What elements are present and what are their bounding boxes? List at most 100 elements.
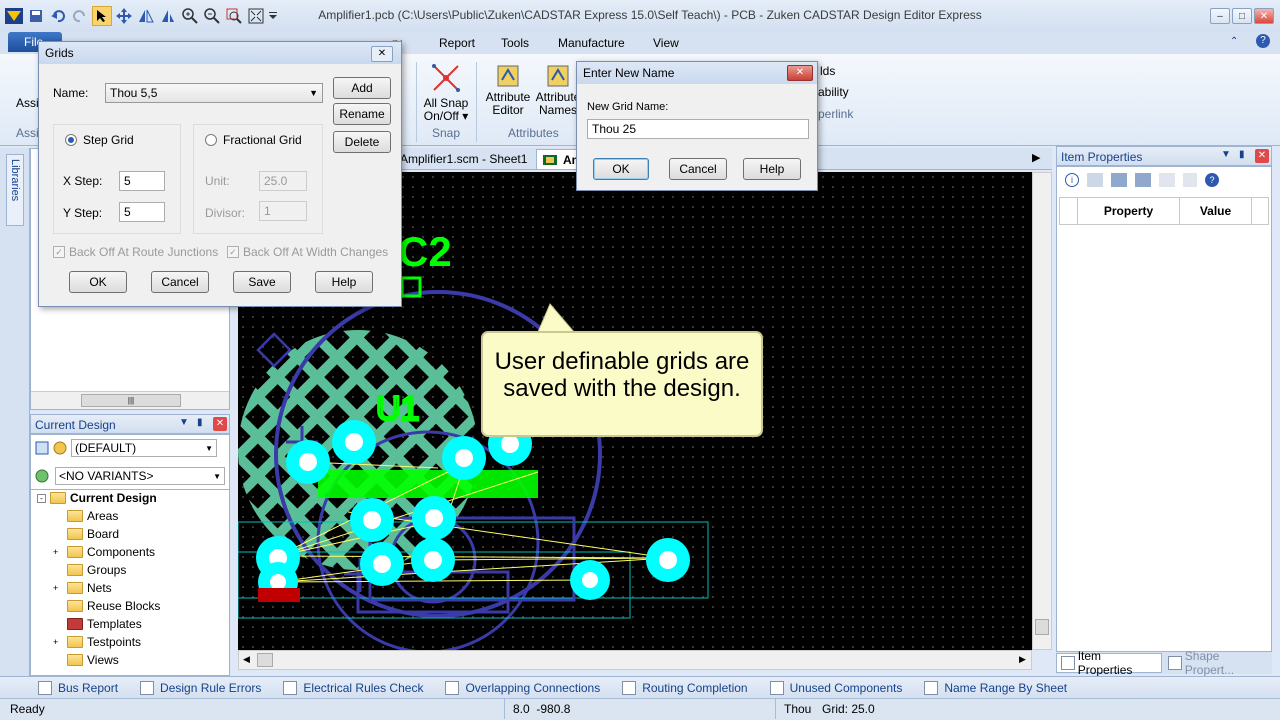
step-grid-radio[interactable]: Step Grid: [65, 133, 134, 147]
add-button[interactable]: Add: [333, 77, 391, 99]
ribbon-cut-label[interactable]: ability: [818, 85, 849, 99]
zoom-window-icon[interactable]: [224, 6, 244, 26]
help-icon[interactable]: ?: [1205, 173, 1219, 187]
tab-unused-components[interactable]: Unused Components: [769, 680, 902, 695]
tab-shape-properties[interactable]: Shape Propert...: [1166, 649, 1272, 677]
status-ready: Ready: [10, 702, 45, 716]
group-icon[interactable]: [1111, 173, 1127, 187]
panel-menu-dropdown-icon[interactable]: ▼: [179, 417, 189, 428]
zoom-in-icon[interactable]: [180, 6, 200, 26]
move-icon[interactable]: [114, 6, 134, 26]
filter-icon[interactable]: [1087, 173, 1103, 187]
save-button[interactable]: Save: [233, 271, 291, 293]
tab-view[interactable]: View: [653, 36, 679, 50]
expand-icon[interactable]: +: [53, 637, 63, 647]
customize-dropdown-icon[interactable]: [268, 6, 278, 26]
scrollbar-thumb[interactable]: |||: [81, 394, 181, 407]
select-pointer-icon[interactable]: [92, 6, 112, 26]
tab-scroll-right-icon[interactable]: ▶: [1032, 151, 1040, 164]
attribute-editor-button[interactable]: Attribute Editor: [482, 64, 534, 117]
canvas-vertical-scrollbar[interactable]: [1032, 172, 1052, 650]
attribute-names-button[interactable]: Attribute Names: [534, 64, 582, 117]
undo-icon[interactable]: [48, 6, 68, 26]
list-icon[interactable]: [1183, 173, 1197, 187]
variants-select[interactable]: <NO VARIANTS> ▼: [55, 467, 225, 485]
pin-icon[interactable]: ▮: [197, 417, 203, 428]
tree-item-board[interactable]: Board: [37, 525, 160, 543]
tab-schematic-sheet1[interactable]: Amplifier1.scm - Sheet1: [400, 152, 527, 166]
tab-report[interactable]: Report: [439, 36, 475, 50]
tree-item-areas[interactable]: Areas: [37, 507, 160, 525]
help-button[interactable]: Help: [315, 271, 373, 293]
tab-overlapping-connections[interactable]: Overlapping Connections: [445, 680, 600, 695]
scrollbar-thumb[interactable]: [1035, 619, 1049, 635]
y-step-input[interactable]: [119, 202, 165, 222]
x-step-input[interactable]: [119, 171, 165, 191]
pin-icon[interactable]: ▮: [1239, 149, 1245, 160]
cancel-button[interactable]: Cancel: [669, 158, 727, 180]
ribbon-cut-label[interactable]: lds: [820, 64, 835, 78]
zoom-fit-icon[interactable]: [246, 6, 266, 26]
new-grid-name-input[interactable]: [587, 119, 809, 139]
close-icon[interactable]: ✕: [371, 46, 393, 62]
horizontal-scrollbar[interactable]: |||: [31, 391, 229, 409]
column-value[interactable]: Value: [1180, 198, 1252, 224]
collapse-icon[interactable]: -: [37, 493, 46, 503]
ribbon-cut-label: Assi: [16, 96, 39, 110]
collapse-ribbon-icon[interactable]: ⌃: [1230, 36, 1238, 47]
tab-item-properties[interactable]: Item Properties: [1056, 649, 1163, 677]
item-properties-title: Item Properties: [1061, 150, 1143, 164]
help-button[interactable]: Help: [743, 158, 801, 180]
tab-manufacture[interactable]: Manufacture: [558, 36, 625, 50]
ungroup-icon[interactable]: [1135, 173, 1151, 187]
all-snap-button[interactable]: All Snap On/Off ▾: [420, 62, 472, 123]
scroll-right-icon[interactable]: ▶: [1019, 654, 1026, 665]
scroll-left-icon[interactable]: ◀: [243, 654, 250, 665]
tree-root-current-design[interactable]: - Current Design: [37, 489, 160, 507]
close-icon[interactable]: ✕: [1254, 8, 1274, 24]
redo-icon[interactable]: [70, 6, 90, 26]
minimize-icon[interactable]: –: [1210, 8, 1230, 24]
app-logo-icon[interactable]: [4, 6, 24, 26]
delete-button[interactable]: Delete: [333, 131, 391, 153]
panel-menu-dropdown-icon[interactable]: ▼: [1221, 149, 1231, 160]
tab-routing-completion[interactable]: Routing Completion: [622, 680, 748, 695]
close-panel-icon[interactable]: ✕: [213, 417, 227, 431]
undo-property-icon[interactable]: [1159, 173, 1175, 187]
shape-icon: [1168, 656, 1182, 670]
tab-bus-report[interactable]: Bus Report: [38, 680, 118, 695]
canvas-horizontal-scrollbar[interactable]: ◀ ▶: [238, 650, 1032, 670]
grid-name-select[interactable]: Thou 5,5 ▼: [105, 83, 323, 103]
tree-item-groups[interactable]: Groups: [37, 561, 160, 579]
libraries-tab[interactable]: Libraries: [6, 154, 24, 226]
maximize-icon[interactable]: □: [1232, 8, 1252, 24]
tree-item-nets[interactable]: + Nets: [37, 579, 160, 597]
zoom-out-icon[interactable]: [202, 6, 222, 26]
column-property[interactable]: Property: [1078, 198, 1180, 224]
expand-icon[interactable]: +: [53, 547, 63, 557]
cancel-button[interactable]: Cancel: [151, 271, 209, 293]
tab-name-range-by-sheet[interactable]: Name Range By Sheet: [924, 680, 1067, 695]
help-icon[interactable]: ?: [1256, 34, 1270, 48]
scrollbar-thumb[interactable]: [257, 653, 273, 667]
save-icon[interactable]: [26, 6, 46, 26]
tree-item-testpoints[interactable]: + Testpoints: [37, 633, 160, 651]
ok-button[interactable]: OK: [593, 158, 649, 180]
tab-tools[interactable]: Tools: [501, 36, 529, 50]
info-icon[interactable]: i: [1065, 173, 1079, 187]
expand-icon[interactable]: +: [53, 583, 63, 593]
flip-icon[interactable]: [158, 6, 178, 26]
tree-item-templates[interactable]: Templates: [37, 615, 160, 633]
fractional-grid-radio[interactable]: Fractional Grid: [205, 133, 302, 147]
tab-electrical-rules-check[interactable]: Electrical Rules Check: [283, 680, 423, 695]
mirror-icon[interactable]: [136, 6, 156, 26]
tree-item-views[interactable]: Views: [37, 651, 160, 669]
rename-button[interactable]: Rename: [333, 103, 391, 125]
close-icon[interactable]: ✕: [787, 65, 813, 81]
tab-design-rule-errors[interactable]: Design Rule Errors: [140, 680, 261, 695]
tree-item-reuse-blocks[interactable]: Reuse Blocks: [37, 597, 160, 615]
close-panel-icon[interactable]: ✕: [1255, 149, 1269, 163]
variant-select[interactable]: (DEFAULT) ▼: [71, 439, 217, 457]
ok-button[interactable]: OK: [69, 271, 127, 293]
tree-item-components[interactable]: + Components: [37, 543, 160, 561]
